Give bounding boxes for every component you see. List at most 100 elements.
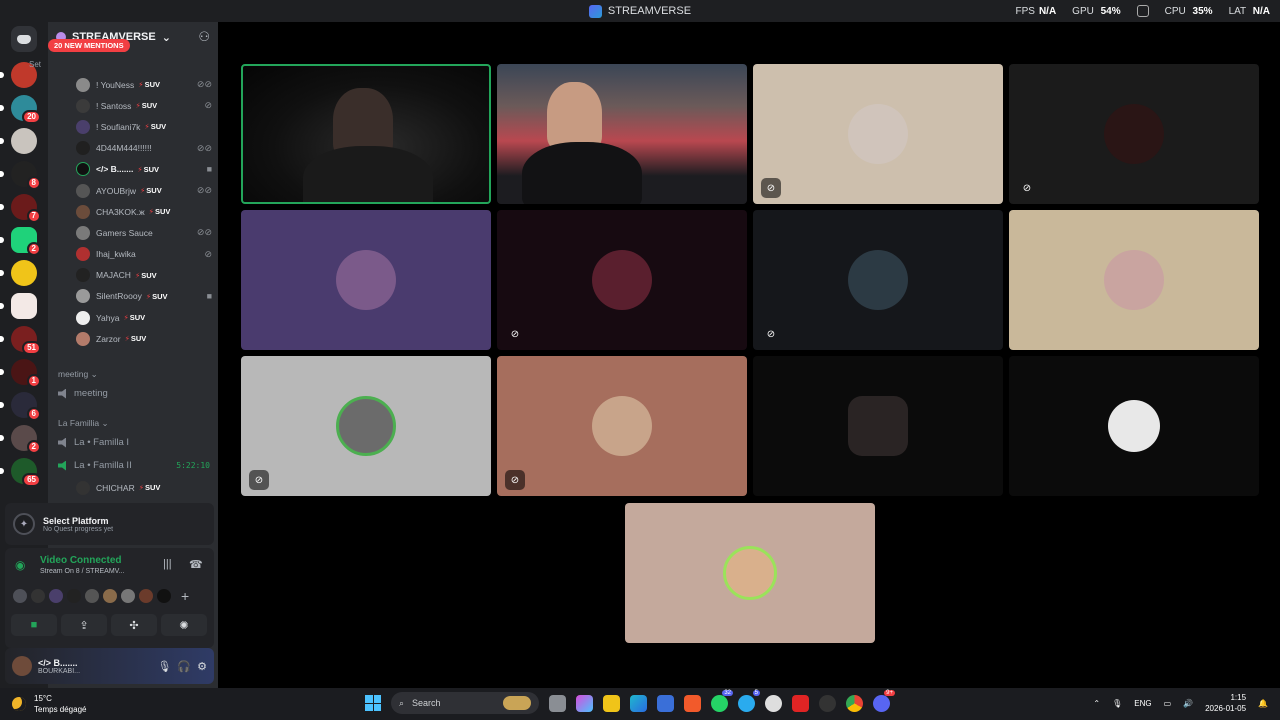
set-status-text[interactable]: Set bbox=[29, 60, 41, 69]
voice-member[interactable]: ! Soufiani7kSUV bbox=[76, 116, 212, 137]
video-tile-camera[interactable] bbox=[497, 64, 747, 204]
server-icon[interactable]: 20 bbox=[11, 95, 41, 124]
avatar[interactable] bbox=[103, 589, 117, 603]
server-icon[interactable]: 7 bbox=[11, 194, 41, 223]
soundboard-button[interactable]: ✺ bbox=[161, 614, 207, 636]
server-icon[interactable]: 8 bbox=[11, 161, 41, 190]
server-icon[interactable] bbox=[11, 128, 37, 154]
voice-member[interactable]: ! YouNessSUV ⊘⊘ bbox=[76, 74, 212, 95]
avatar[interactable] bbox=[67, 589, 81, 603]
server-icon[interactable]: 2 bbox=[11, 425, 41, 454]
language-indicator[interactable]: ENG bbox=[1134, 699, 1151, 708]
brave-icon[interactable] bbox=[684, 694, 701, 712]
voice-channel-path[interactable]: Stream On 8 / STREAMV... bbox=[40, 568, 125, 575]
member-name: ! Santoss bbox=[96, 100, 132, 111]
video-tile-avatar[interactable]: ⊘ bbox=[241, 356, 491, 496]
weather-widget[interactable]: 15°C Temps dégagé bbox=[12, 693, 86, 715]
video-tile-avatar[interactable] bbox=[241, 210, 491, 350]
notification-bell-icon[interactable]: 🔔 bbox=[1258, 699, 1268, 708]
settings-gear-icon[interactable]: ⚙ bbox=[197, 660, 207, 673]
task-view-icon[interactable] bbox=[549, 694, 566, 712]
server-icon[interactable] bbox=[11, 293, 37, 319]
chrome-icon[interactable] bbox=[846, 694, 863, 712]
avatar[interactable] bbox=[157, 589, 171, 603]
voice-channel-famille-2[interactable]: La • Familla II 5:22:10 bbox=[58, 460, 210, 471]
noise-suppression-icon[interactable]: ||| bbox=[163, 558, 172, 570]
discord-home-button[interactable] bbox=[11, 26, 37, 52]
video-tile-avatar[interactable] bbox=[1009, 356, 1259, 496]
discord-taskbar-icon[interactable]: 9+ bbox=[873, 689, 895, 712]
video-tile-avatar[interactable]: ⊘ bbox=[497, 356, 747, 496]
voice-member[interactable]: CHA3KOK.ж SUV bbox=[76, 201, 212, 222]
category-la-famillia[interactable]: La Famillia ⌄ bbox=[58, 418, 109, 429]
video-tile-avatar[interactable] bbox=[625, 503, 875, 643]
voice-member[interactable]: YahyaSUV bbox=[76, 307, 212, 328]
voice-channel-meeting[interactable]: meeting bbox=[58, 388, 210, 399]
telegram-icon[interactable]: 5 bbox=[738, 689, 760, 712]
clock[interactable]: 1:15 2026-01-05 bbox=[1205, 692, 1246, 714]
headphones-icon[interactable]: 🎧 bbox=[177, 660, 191, 673]
activities-button[interactable]: ✣ bbox=[111, 614, 157, 636]
voice-status[interactable]: Video Connected bbox=[40, 555, 122, 566]
disconnect-icon[interactable]: ☎ bbox=[189, 558, 203, 571]
camera-button[interactable]: ■ bbox=[11, 614, 57, 636]
voice-member[interactable]: CHICHAR SUV bbox=[76, 477, 212, 498]
chevron-up-icon[interactable]: ⌃ bbox=[1093, 699, 1100, 708]
server-icon[interactable]: 2 bbox=[11, 227, 41, 256]
new-mentions-pill[interactable]: 20 NEW MENTIONS bbox=[48, 39, 130, 52]
microphone-icon[interactable]: 🎙 bbox=[157, 660, 171, 673]
voice-member[interactable]: MAJACH SUV bbox=[76, 265, 212, 286]
server-icon[interactable] bbox=[11, 260, 37, 286]
edge-icon[interactable] bbox=[630, 694, 647, 712]
voice-member[interactable]: SilentRoooy SUV ■ bbox=[76, 286, 212, 307]
video-tile-avatar[interactable]: ⊘ bbox=[497, 210, 747, 350]
avatar[interactable] bbox=[139, 589, 153, 603]
server-icon[interactable]: 6 bbox=[11, 392, 41, 421]
voice-member[interactable]: ! SantossSUV ⊘ bbox=[76, 95, 212, 116]
avatar[interactable] bbox=[31, 589, 45, 603]
video-tile-avatar[interactable] bbox=[753, 356, 1003, 496]
voice-channel-famille-1[interactable]: La • Familla I bbox=[58, 437, 210, 448]
video-tile-avatar[interactable] bbox=[1009, 210, 1259, 350]
avatar[interactable] bbox=[49, 589, 63, 603]
network-icon[interactable]: ▭ bbox=[1164, 699, 1172, 708]
screen-share-button[interactable]: ⇪ bbox=[61, 614, 107, 636]
overlay-monitor-icon[interactable] bbox=[1136, 5, 1149, 17]
voice-member[interactable]: </> B.......SUV ■ bbox=[76, 159, 212, 180]
voice-member[interactable]: 4D44M444!!!!!! ⊘⊘ bbox=[76, 138, 212, 159]
add-member-icon[interactable]: ⚇ bbox=[198, 29, 210, 45]
voice-member[interactable]: Zarzor SUV bbox=[76, 328, 212, 349]
video-tile-avatar[interactable]: ⊘ bbox=[1009, 64, 1259, 204]
category-meeting[interactable]: meeting ⌄ bbox=[58, 369, 98, 380]
add-icon[interactable]: + bbox=[181, 588, 189, 604]
chatgpt-icon[interactable] bbox=[765, 694, 782, 712]
server-icon[interactable]: 1 bbox=[11, 359, 41, 388]
voice-member[interactable]: Gamers Sauce ⊘⊘ bbox=[76, 222, 212, 243]
user-name[interactable]: </> B....... bbox=[38, 658, 151, 668]
whatsapp-icon[interactable]: 32 bbox=[711, 689, 733, 712]
store-icon[interactable] bbox=[657, 694, 674, 712]
signal-icon[interactable]: ◉ bbox=[15, 558, 25, 572]
avatar[interactable] bbox=[13, 589, 27, 603]
avatar bbox=[848, 396, 908, 456]
video-tile-avatar[interactable]: ⊘ bbox=[753, 210, 1003, 350]
youtube-icon[interactable] bbox=[792, 694, 809, 712]
volume-icon[interactable]: 🔊 bbox=[1183, 699, 1193, 708]
avatar[interactable] bbox=[121, 589, 135, 603]
taskbar-search[interactable]: ⌕ Search bbox=[391, 692, 539, 714]
voice-member[interactable]: AYOUBrjw SUV ⊘⊘ bbox=[76, 180, 212, 201]
microphone-tray-icon[interactable]: 🎙 bbox=[1112, 699, 1122, 708]
quest-panel[interactable]: ✦ Select Platform No Quest progress yet bbox=[5, 503, 214, 545]
file-explorer-icon[interactable] bbox=[603, 694, 620, 712]
avatar[interactable] bbox=[85, 589, 99, 603]
title-bar: STREAMVERSE FPS N/A GPU 54% CPU 35% LAT N… bbox=[0, 0, 1280, 22]
voice-member[interactable]: Ihaj_kwika ⊘ bbox=[76, 244, 212, 265]
video-tile-avatar[interactable]: ⊘ bbox=[753, 64, 1003, 204]
server-icon[interactable]: 51 bbox=[11, 326, 41, 355]
video-tile-camera[interactable] bbox=[241, 64, 491, 204]
user-avatar[interactable] bbox=[12, 656, 32, 676]
app-icon[interactable] bbox=[819, 694, 836, 712]
server-icon[interactable]: 65 bbox=[11, 458, 41, 487]
copilot-icon[interactable] bbox=[576, 694, 593, 712]
windows-start-icon[interactable] bbox=[365, 695, 381, 711]
